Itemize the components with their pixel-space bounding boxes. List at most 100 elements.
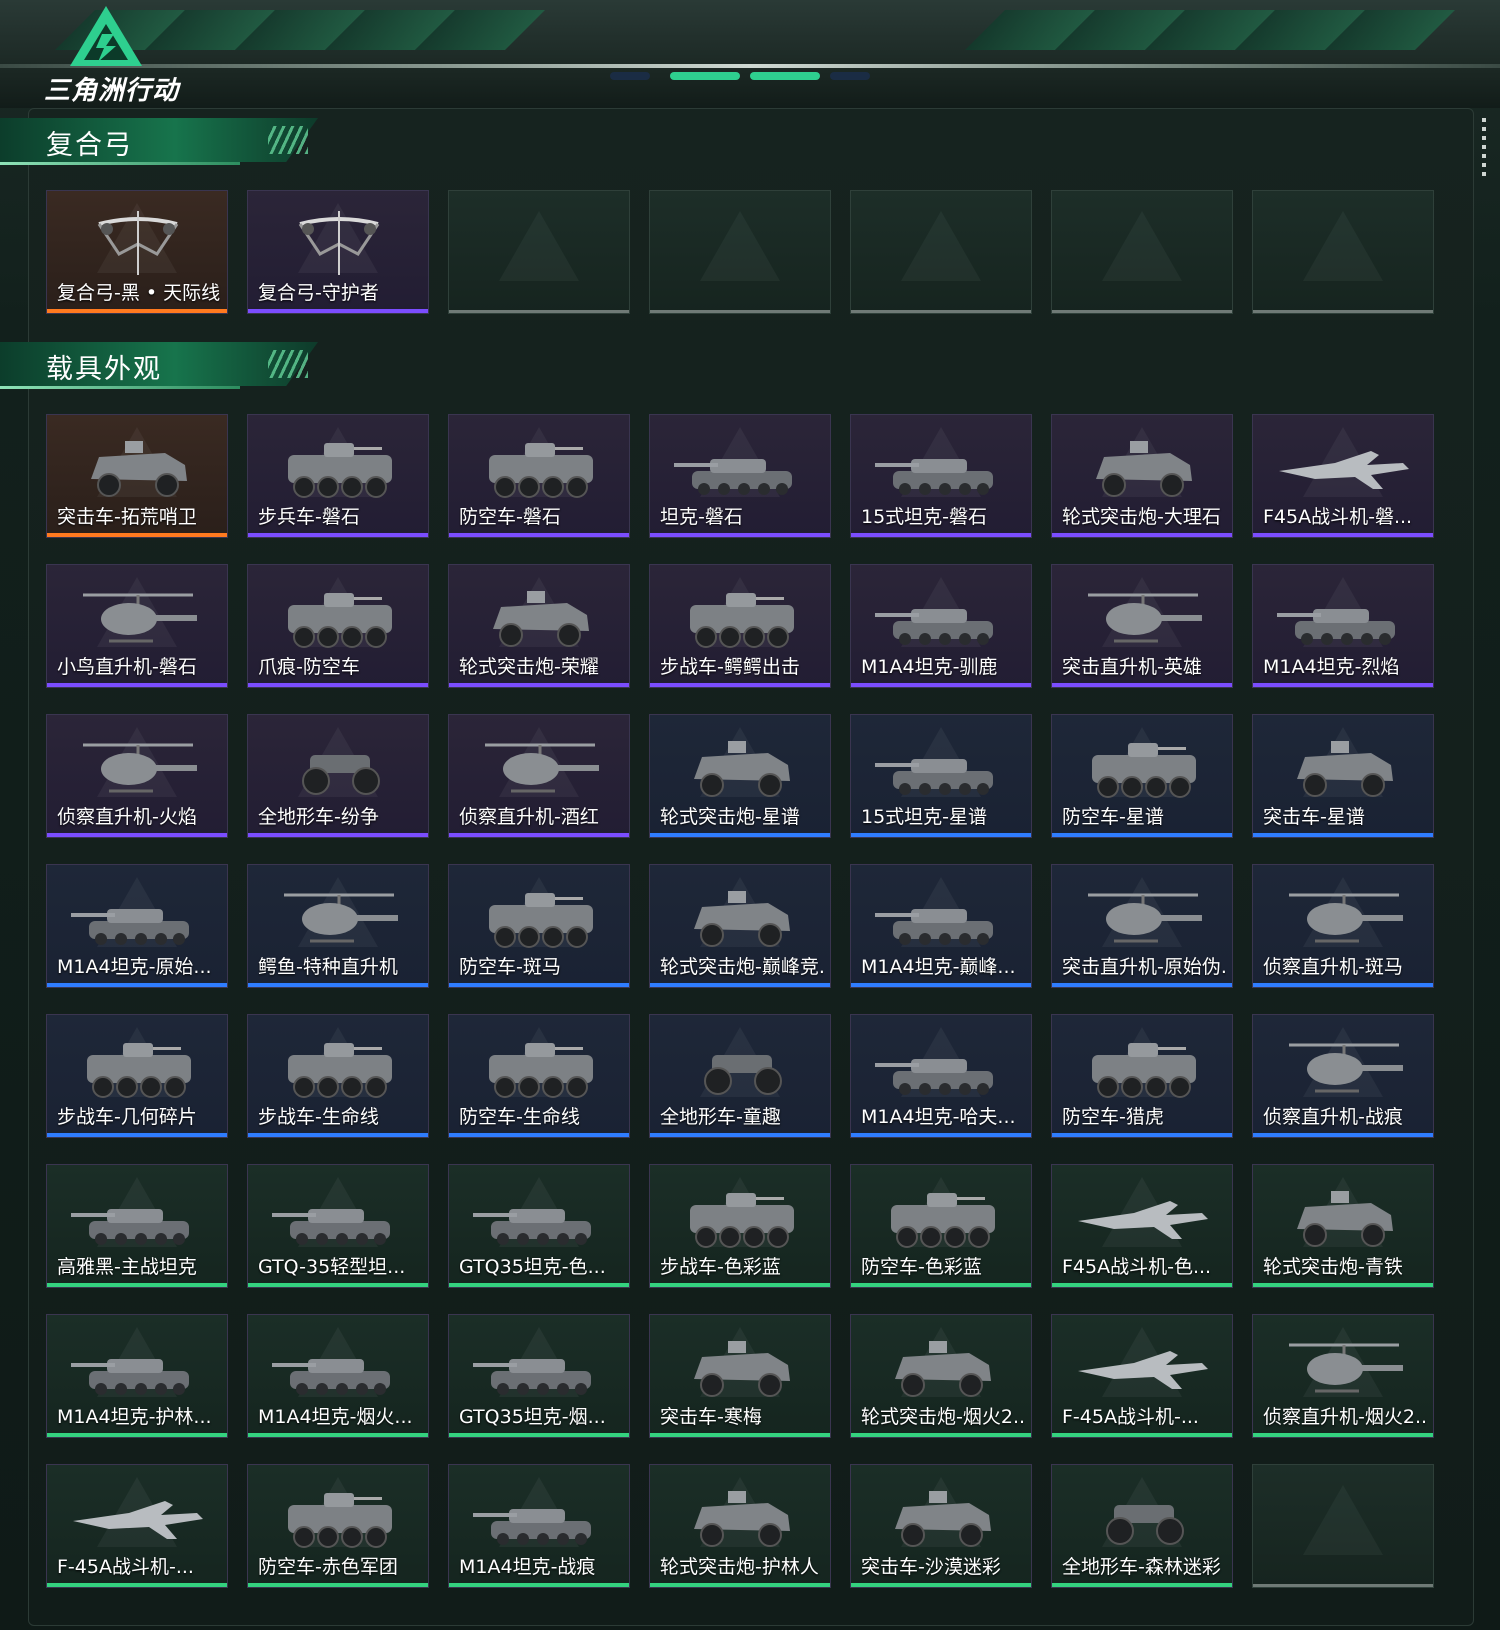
skin-card[interactable]: 防空车-赤色军团	[247, 1464, 429, 1588]
skin-card[interactable]: 爪痕-防空车	[247, 564, 429, 688]
skin-card[interactable]: M1A4坦克-哈夫...	[850, 1014, 1032, 1138]
atv-icon	[672, 1033, 810, 1103]
skin-card[interactable]: 小鸟直升机-磐石	[46, 564, 228, 688]
apc-icon	[471, 1033, 609, 1103]
skin-card[interactable]: 步战车-生命线	[247, 1014, 429, 1138]
skin-card[interactable]: 步战车-色彩蓝	[649, 1164, 831, 1288]
tank-icon	[270, 1333, 408, 1403]
skin-name: GTQ-35轻型坦...	[258, 1256, 406, 1278]
skin-card[interactable]: GTQ-35轻型坦...	[247, 1164, 429, 1288]
rarity-bar	[449, 683, 629, 687]
skin-card[interactable]: 15式坦克-星谱	[850, 714, 1032, 838]
rarity-bar	[47, 1133, 227, 1137]
skin-card[interactable]: 防空车-磐石	[448, 414, 630, 538]
skin-card[interactable]: 全地形车-纷争	[247, 714, 429, 838]
scrollbar[interactable]	[1482, 118, 1486, 178]
skin-card[interactable]: 侦察直升机-酒红	[448, 714, 630, 838]
skin-card[interactable]: 突击车-沙漠迷彩	[850, 1464, 1032, 1588]
car-icon	[1074, 433, 1212, 503]
skin-card[interactable]: M1A4坦克-护林...	[46, 1314, 228, 1438]
skin-name: 全地形车-童趣	[660, 1106, 781, 1128]
skin-card[interactable]: 突击车-星谱	[1252, 714, 1434, 838]
skin-card[interactable]: M1A4坦克-巅峰...	[850, 864, 1032, 988]
rarity-bar	[1052, 683, 1232, 687]
skin-card[interactable]: 防空车-生命线	[448, 1014, 630, 1138]
skin-card[interactable]: 复合弓-黑 • 天际线	[46, 190, 228, 314]
skin-card[interactable]: 突击车-寒梅	[649, 1314, 831, 1438]
skin-card[interactable]: M1A4坦克-驯鹿	[850, 564, 1032, 688]
rarity-bar	[449, 833, 629, 837]
rarity-bar	[1253, 1584, 1433, 1587]
skin-name: 突击直升机-英雄	[1062, 656, 1202, 678]
car-icon	[672, 1483, 810, 1553]
skin-card[interactable]: 侦察直升机-斑马	[1252, 864, 1434, 988]
skin-name: 突击车-沙漠迷彩	[861, 1556, 1001, 1578]
skin-card[interactable]: 轮式突击炮-护林人	[649, 1464, 831, 1588]
skin-card[interactable]: 轮式突击炮-荣耀	[448, 564, 630, 688]
skin-card[interactable]: F-45A战斗机-...	[1051, 1314, 1233, 1438]
skin-card[interactable]: 轮式突击炮-星谱	[649, 714, 831, 838]
delta-watermark-icon	[1102, 211, 1182, 281]
skin-card[interactable]: 侦察直升机-烟火2...	[1252, 1314, 1434, 1438]
skin-name: F45A战斗机-磐...	[1263, 506, 1413, 528]
rarity-bar	[1253, 1283, 1433, 1287]
skin-name: 防空车-斑马	[459, 956, 561, 978]
skin-card[interactable]: 高雅黑-主战坦克	[46, 1164, 228, 1288]
rarity-bar	[47, 533, 227, 537]
skin-card[interactable]: 轮式突击炮-青铁	[1252, 1164, 1434, 1288]
skin-card[interactable]: M1A4坦克-烈焰	[1252, 564, 1434, 688]
tank-icon	[1275, 583, 1413, 653]
tank-icon	[69, 1333, 207, 1403]
skin-name: M1A4坦克-战痕	[459, 1556, 596, 1578]
skin-card[interactable]: 防空车-星谱	[1051, 714, 1233, 838]
skin-card[interactable]: 轮式突击炮-大理石	[1051, 414, 1233, 538]
skin-card[interactable]: 防空车-猎虎	[1051, 1014, 1233, 1138]
heli-icon	[471, 733, 609, 803]
skin-name: 步战车-鳄鳄出击	[660, 656, 800, 678]
skin-card[interactable]: 轮式突击炮-巅峰竞...	[649, 864, 831, 988]
skin-card[interactable]: 侦察直升机-战痕	[1252, 1014, 1434, 1138]
tank-icon	[270, 1183, 408, 1253]
skin-card[interactable]: 步兵车-磐石	[247, 414, 429, 538]
skin-card[interactable]: M1A4坦克-原始...	[46, 864, 228, 988]
rarity-bar	[47, 1433, 227, 1437]
skin-card[interactable]: 复合弓-守护者	[247, 190, 429, 314]
atv-icon	[1074, 1483, 1212, 1553]
rarity-bar	[248, 1283, 428, 1287]
section-title: 复合弓	[46, 130, 133, 161]
rarity-bar	[449, 983, 629, 987]
skin-card[interactable]: 步战车-几何碎片	[46, 1014, 228, 1138]
heli-icon	[1074, 583, 1212, 653]
skin-name: 突击车-寒梅	[660, 1406, 762, 1428]
skin-card[interactable]: M1A4坦克-烟火...	[247, 1314, 429, 1438]
rarity-bar	[248, 309, 428, 313]
skin-name: M1A4坦克-烟火...	[258, 1406, 413, 1428]
car-icon	[873, 1333, 1011, 1403]
skin-card[interactable]: 侦察直升机-火焰	[46, 714, 228, 838]
skin-card[interactable]: 步战车-鳄鳄出击	[649, 564, 831, 688]
skin-card[interactable]: 坦克-磐石	[649, 414, 831, 538]
skin-card[interactable]: 全地形车-森林迷彩	[1051, 1464, 1233, 1588]
skin-card[interactable]: 突击直升机-原始伪...	[1051, 864, 1233, 988]
skin-card[interactable]: 防空车-斑马	[448, 864, 630, 988]
skin-card[interactable]: F-45A战斗机-...	[46, 1464, 228, 1588]
skin-card[interactable]: GTQ35坦克-色...	[448, 1164, 630, 1288]
skin-card[interactable]: 突击直升机-英雄	[1051, 564, 1233, 688]
skin-card[interactable]: M1A4坦克-战痕	[448, 1464, 630, 1588]
skin-card[interactable]: 突击车-拓荒哨卫	[46, 414, 228, 538]
heli-icon	[1074, 883, 1212, 953]
skin-name: M1A4坦克-驯鹿	[861, 656, 998, 678]
jet-icon	[69, 1483, 207, 1553]
skin-card[interactable]: 轮式突击炮-烟火2...	[850, 1314, 1032, 1438]
skin-card[interactable]: 全地形车-童趣	[649, 1014, 831, 1138]
skin-name: M1A4坦克-巅峰...	[861, 956, 1016, 978]
skin-card[interactable]: 15式坦克-磐石	[850, 414, 1032, 538]
rarity-bar	[1052, 1133, 1232, 1137]
skin-card[interactable]: GTQ35坦克-烟...	[448, 1314, 630, 1438]
skin-card[interactable]: 防空车-色彩蓝	[850, 1164, 1032, 1288]
atv-icon	[270, 733, 408, 803]
skin-card[interactable]: 鳄鱼-特种直升机	[247, 864, 429, 988]
skin-card[interactable]: F45A战斗机-色...	[1051, 1164, 1233, 1288]
skin-card[interactable]: F45A战斗机-磐...	[1252, 414, 1434, 538]
rarity-bar	[47, 1583, 227, 1587]
